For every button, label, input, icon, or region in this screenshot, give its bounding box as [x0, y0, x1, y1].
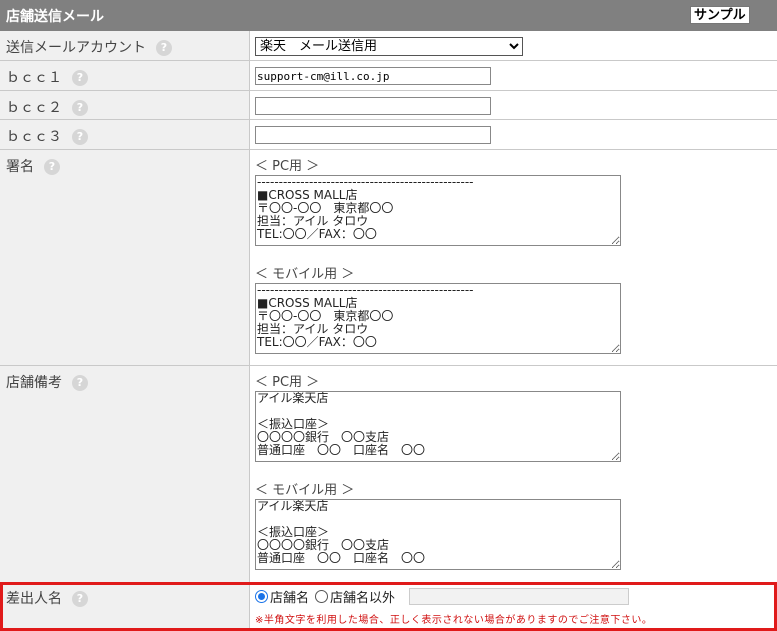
help-icon[interactable]: ?: [156, 40, 172, 56]
remarks-label: 店舗備考: [6, 375, 62, 391]
signature-label-cell: 署名?: [0, 150, 250, 365]
other-sender-input[interactable]: [409, 588, 629, 605]
bcc3-value-cell: [251, 120, 777, 149]
signature-pc-textarea[interactable]: ----------------------------------------…: [255, 175, 621, 246]
radio-other-name[interactable]: [315, 590, 329, 603]
bcc3-label-wrap: ｂｃｃ３?: [6, 126, 88, 146]
section-title: 店舗送信メール: [6, 9, 104, 25]
sender-radio-group: 店舗名 店舗名以外: [255, 587, 401, 606]
bcc3-label-cell: ｂｃｃ３?: [0, 120, 250, 149]
bcc1-input[interactable]: [255, 67, 491, 85]
signature-label-wrap: 署名?: [6, 156, 60, 176]
bcc2-label-wrap: ｂｃｃ２?: [6, 97, 88, 117]
signature-label: 署名: [6, 159, 34, 175]
account-value-cell: 楽天 メール送信用: [251, 31, 777, 60]
half-width-notice: ※半角文字を利用した場合、正しく表示されない場合がありますのでご注意下さい。: [255, 615, 653, 626]
sender-label-wrap: 差出人名?: [6, 588, 88, 608]
help-icon[interactable]: ?: [72, 100, 88, 116]
sample-button[interactable]: サンプル: [690, 6, 750, 24]
radio-store-name[interactable]: [255, 590, 268, 603]
section-header: 店舗送信メール サンプル: [0, 0, 777, 31]
signature-mobile-label: ＜ モバイル用 ＞: [255, 267, 355, 282]
remarks-label-wrap: 店舗備考?: [6, 372, 88, 392]
bcc3-input[interactable]: [255, 126, 491, 144]
remarks-value-cell: ＜ PC用 ＞ アイル楽天店 ＜振込口座＞ 〇〇〇〇銀行 〇〇支店 普通口座 〇…: [251, 366, 777, 582]
bcc2-label: ｂｃｃ２: [6, 100, 62, 116]
radio-other-name-label[interactable]: 店舗名以外: [330, 587, 395, 606]
remarks-pc-label: ＜ PC用 ＞: [255, 375, 320, 390]
bcc2-row: ｂｃｃ２?: [0, 91, 777, 120]
remarks-label-cell: 店舗備考?: [0, 366, 250, 582]
radio-store-name-label[interactable]: 店舗名: [270, 587, 309, 606]
signature-row: 署名? ＜ PC用 ＞ ----------------------------…: [0, 150, 777, 366]
bcc1-row: ｂｃｃ１?: [0, 61, 777, 91]
sender-row-highlight: 差出人名? 店舗名 店舗名以外 ※半角文字を利用した場合、正しく表示されない場合…: [0, 582, 777, 631]
bcc1-label: ｂｃｃ１: [6, 70, 62, 86]
account-label-wrap: 送信メールアカウント?: [6, 37, 172, 57]
help-icon[interactable]: ?: [72, 375, 88, 391]
bcc3-label: ｂｃｃ３: [6, 129, 62, 145]
sender-label-cell: 差出人名?: [3, 585, 250, 628]
account-select[interactable]: 楽天 メール送信用: [255, 37, 523, 56]
remarks-pc-textarea[interactable]: アイル楽天店 ＜振込口座＞ 〇〇〇〇銀行 〇〇支店 普通口座 〇〇 口座名 〇〇: [255, 391, 621, 462]
account-label: 送信メールアカウント: [6, 40, 146, 56]
signature-value-cell: ＜ PC用 ＞ --------------------------------…: [251, 150, 777, 365]
signature-mobile-textarea[interactable]: ----------------------------------------…: [255, 283, 621, 354]
bcc2-input[interactable]: [255, 97, 491, 115]
sender-value-cell: 店舗名 店舗名以外 ※半角文字を利用した場合、正しく表示されない場合がありますの…: [251, 585, 774, 628]
bcc2-value-cell: [251, 91, 777, 119]
remarks-mobile-label: ＜ モバイル用 ＞: [255, 483, 355, 498]
account-label-cell: 送信メールアカウント?: [0, 31, 250, 60]
bcc2-label-cell: ｂｃｃ２?: [0, 91, 250, 119]
signature-pc-label: ＜ PC用 ＞: [255, 159, 320, 174]
bcc1-label-wrap: ｂｃｃ１?: [6, 67, 88, 87]
bcc1-label-cell: ｂｃｃ１?: [0, 61, 250, 90]
sender-label: 差出人名: [6, 591, 62, 607]
bcc1-value-cell: [251, 61, 777, 90]
help-icon[interactable]: ?: [72, 70, 88, 86]
help-icon[interactable]: ?: [72, 129, 88, 145]
bcc3-row: ｂｃｃ３?: [0, 120, 777, 150]
remarks-mobile-textarea[interactable]: アイル楽天店 ＜振込口座＞ 〇〇〇〇銀行 〇〇支店 普通口座 〇〇 口座名 〇〇: [255, 499, 621, 570]
help-icon[interactable]: ?: [44, 159, 60, 175]
help-icon[interactable]: ?: [72, 591, 88, 607]
remarks-row: 店舗備考? ＜ PC用 ＞ アイル楽天店 ＜振込口座＞ 〇〇〇〇銀行 〇〇支店 …: [0, 366, 777, 582]
account-row: 送信メールアカウント? 楽天 メール送信用: [0, 31, 777, 61]
